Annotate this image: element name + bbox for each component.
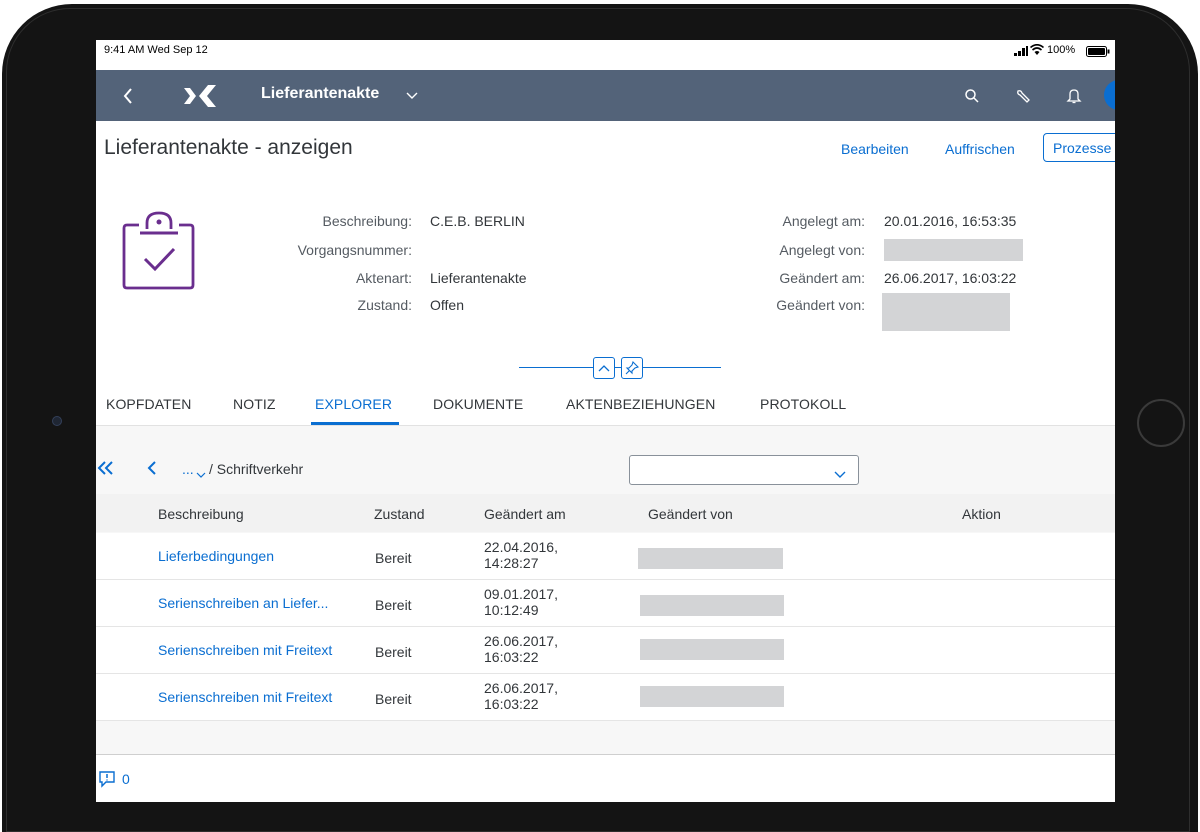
pin-header-button[interactable] [621,357,643,379]
column-header-description[interactable]: Beschreibung [158,506,244,522]
field-value-state: Offen [430,297,464,313]
tab-aktenbeziehungen[interactable]: AKTENBEZIEHUNGEN [566,396,715,412]
row-changed-time: 16:03:22 [484,696,539,712]
breadcrumb-current: / Schriftverkehr [209,461,304,477]
process-button-label: Prozesse [1053,140,1112,156]
footer-bar: 0 [96,754,1115,802]
signal-icon [1014,46,1028,59]
row-state: Bereit [375,644,412,660]
tab-explorer[interactable]: EXPLORER [315,396,392,412]
row-description-link[interactable]: Serienschreiben mit Freitext [158,642,332,658]
chevron-up-icon [598,365,610,372]
row-changed-time: 14:28:27 [484,555,539,571]
row-changed-date: 22.04.2016, [484,539,558,555]
search-icon[interactable] [962,70,982,121]
app-title[interactable]: Lieferantenakte [261,85,379,103]
message-popover-icon[interactable] [98,770,116,793]
row-description-link[interactable]: Serienschreiben mit Freitext [158,689,332,705]
pin-icon [625,361,639,375]
row-changed-date: 26.06.2017, [484,680,558,696]
redacted-created-by [884,239,1023,261]
column-header-changed-on[interactable]: Geändert am [484,506,566,522]
column-header-changed-by[interactable]: Geändert von [648,506,733,522]
refresh-button[interactable]: Auffrischen [945,141,1015,157]
front-camera [52,416,62,426]
message-count[interactable]: 0 [122,771,130,787]
redacted-changed-by [640,686,784,707]
tab-protokoll[interactable]: PROTOKOLL [760,396,846,412]
row-state: Bereit [375,550,412,566]
page-title: Lieferantenakte - anzeigen [104,136,353,159]
field-label-created-on: Angelegt am: [782,213,866,229]
folder-select[interactable] [629,455,859,485]
double-chevron-left-icon[interactable] [96,460,116,481]
field-value-created-on: 20.01.2016, 16:53:35 [884,213,1017,229]
redacted-changed-by [638,548,783,569]
field-value-changed-on: 26.06.2017, 16:03:22 [884,270,1017,286]
field-value-file-type: Lieferantenakte [430,270,527,286]
table-header: Beschreibung Zustand Geändert am Geänder… [96,494,1115,532]
row-changed-time: 16:03:22 [484,649,539,665]
back-icon[interactable] [118,70,138,121]
redacted-changed-by [640,595,784,616]
clipboard-check-icon [122,209,196,306]
table-row[interactable]: Serienschreiben mit Freitext Bereit 26.0… [96,627,1115,674]
tab-kopfdaten[interactable]: KOPFDATEN [106,396,191,412]
field-label-changed-on: Geändert am: [779,270,865,286]
row-changed-date: 09.01.2017, [484,586,558,602]
shell-bar: Lieferantenakte [96,70,1115,121]
chevron-left-icon[interactable] [146,460,158,481]
field-label-state: Zustand: [357,297,412,313]
status-bar: 9:41 AM Wed Sep 12 100% [96,40,1115,70]
explorer-panel: ... / Schriftverkehr Beschreibung Zustan… [96,426,1115,754]
field-label-process-number: Vorgangsnummer: [297,242,412,258]
field-value-description: C.E.B. BERLIN [430,213,525,229]
row-changed-time: 10:12:49 [484,602,539,618]
row-state: Bereit [375,597,412,613]
breadcrumb-chevron-down-icon[interactable] [196,466,206,484]
user-avatar[interactable] [1104,80,1115,110]
table-row[interactable]: Serienschreiben mit Freitext Bereit 26.0… [96,674,1115,721]
row-changed-date: 26.06.2017, [484,633,558,649]
row-description-link[interactable]: Serienschreiben an Liefer... [158,595,328,611]
field-label-file-type: Aktenart: [355,270,412,286]
select-chevron-down-icon [834,466,846,484]
battery-icon [1086,46,1110,60]
field-label-created-by: Angelegt von: [779,242,865,258]
company-logo[interactable] [180,70,220,121]
table-row[interactable]: Lieferbedingungen Bereit 22.04.2016, 14:… [96,533,1115,580]
status-time-date: 9:41 AM Wed Sep 12 [104,44,208,56]
redacted-changed-by [882,293,1010,331]
column-header-state[interactable]: Zustand [374,506,425,522]
header-divider-line [519,367,721,368]
process-button[interactable]: Prozesse [1043,133,1115,162]
row-description-link[interactable]: Lieferbedingungen [158,548,274,564]
breadcrumb-more-link[interactable]: ... [182,461,194,477]
table-row[interactable]: Serienschreiben an Liefer... Bereit 09.0… [96,580,1115,627]
field-label-changed-by: Geändert von: [776,297,865,313]
row-state: Bereit [375,691,412,707]
battery-percent: 100% [1047,44,1076,56]
tab-dokumente[interactable]: DOKUMENTE [433,396,523,412]
tab-notiz[interactable]: NOTIZ [233,396,276,412]
tablet-screen: 9:41 AM Wed Sep 12 100% Lieferantenakte [96,40,1115,802]
collapse-header-button[interactable] [593,357,615,379]
chevron-down-icon[interactable] [404,70,420,121]
object-header: Lieferantenakte - anzeigen Bearbeiten Au… [96,121,1115,426]
edit-button[interactable]: Bearbeiten [841,141,909,157]
home-button[interactable] [1137,399,1185,447]
bell-icon[interactable] [1064,70,1084,121]
redacted-changed-by [640,639,784,660]
wrench-icon[interactable] [1012,70,1034,121]
column-header-action[interactable]: Aktion [962,506,1001,522]
wifi-icon [1029,43,1045,59]
field-label-description: Beschreibung: [322,213,412,229]
